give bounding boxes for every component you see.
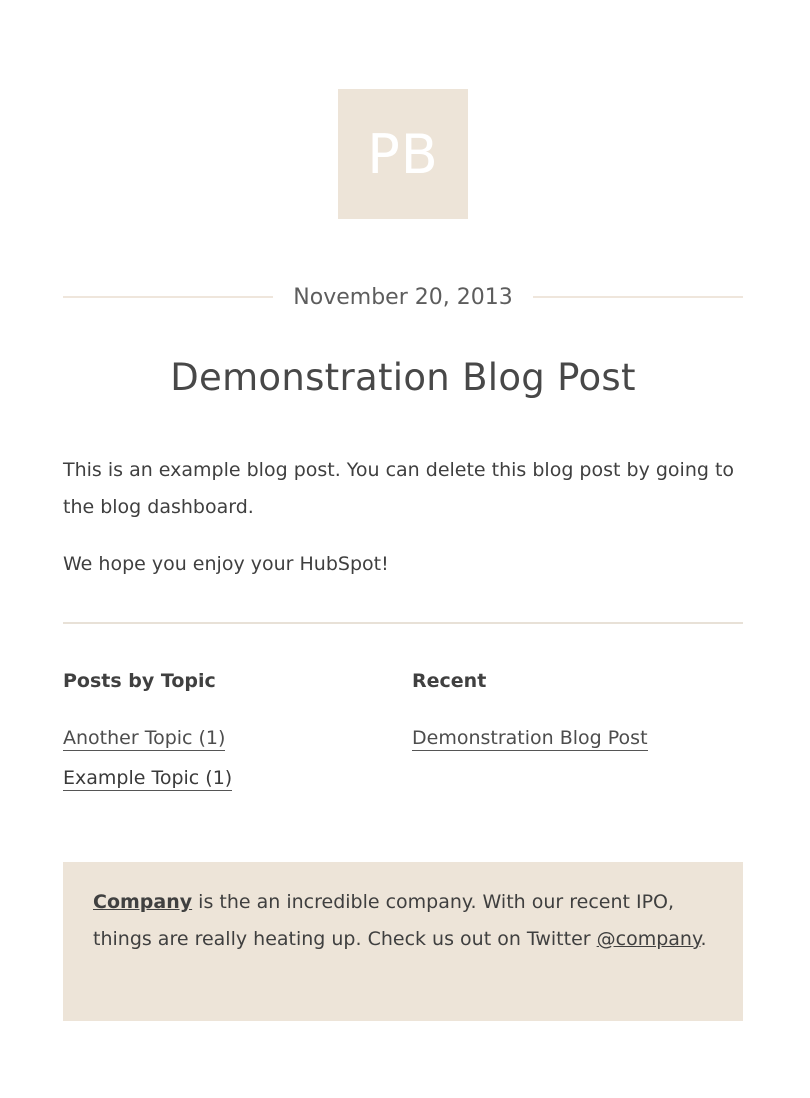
footer-about-box: Company is the an incredible company. Wi… [63, 862, 743, 1021]
recent-list-item: Demonstration Blog Post [412, 727, 648, 767]
topic-link-example[interactable]: Example Topic (1) [63, 767, 233, 791]
post-date: November 20, 2013 [293, 284, 513, 310]
section-divider [63, 622, 743, 624]
footer-text-end: . [700, 928, 707, 950]
date-divider-right [532, 296, 744, 298]
company-link[interactable]: Company [93, 891, 192, 913]
post-paragraph: We hope you enjoy your HubSpot! [63, 553, 389, 575]
post-date-row: November 20, 2013 [63, 280, 744, 314]
recent-list: Demonstration Blog Post [412, 727, 648, 767]
date-divider-left [63, 296, 274, 298]
topic-list-item: Another Topic (1) [63, 727, 232, 767]
twitter-link[interactable]: @company [597, 928, 701, 950]
site-logo[interactable]: PB [338, 89, 468, 219]
post-paragraph: This is an example blog post. You can de… [63, 459, 735, 518]
blog-page: PB November 20, 2013 Demonstration Blog … [0, 0, 810, 1098]
recent-heading: Recent [412, 670, 487, 692]
topic-link-another[interactable]: Another Topic (1) [63, 727, 226, 751]
topic-list-item: Example Topic (1) [63, 767, 233, 807]
post-body: This is an example blog post. You can de… [63, 452, 753, 603]
recent-post-link[interactable]: Demonstration Blog Post [412, 727, 648, 751]
topics-list: Another Topic (1) Example Topic (1) [63, 727, 233, 807]
logo-text: PB [367, 122, 439, 186]
post-title: Demonstration Blog Post [170, 356, 636, 399]
topics-heading: Posts by Topic [63, 670, 216, 692]
